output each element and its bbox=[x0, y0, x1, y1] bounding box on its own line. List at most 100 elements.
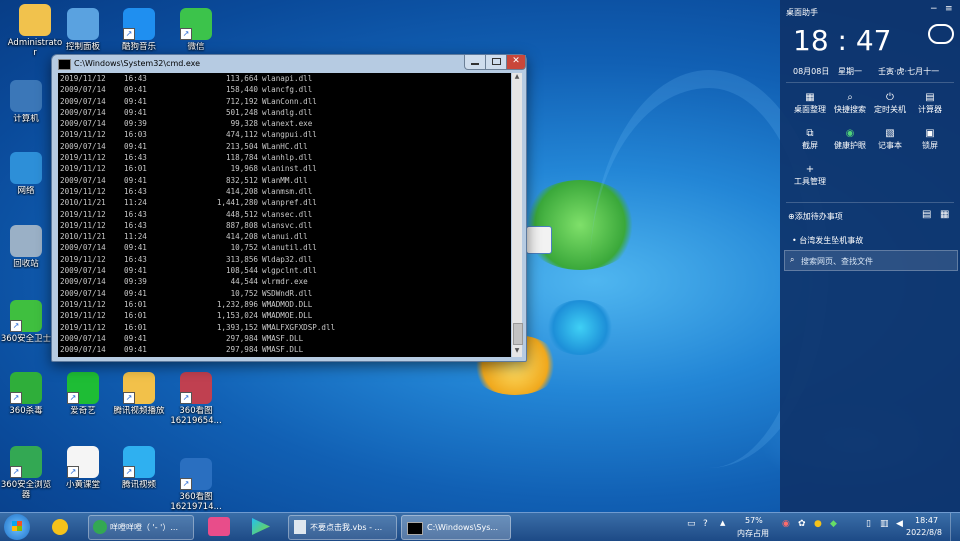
minimize-button[interactable] bbox=[464, 55, 486, 70]
show-desktop-button[interactable] bbox=[950, 513, 960, 541]
add-todo-button[interactable]: ⊕添加待办事项 bbox=[788, 211, 843, 222]
desktop-icon[interactable]: 控制面板 bbox=[51, 8, 115, 52]
tool-8[interactable]: + 工具管理 bbox=[790, 164, 830, 187]
screenshot-file-icon: ↗ bbox=[180, 458, 212, 490]
taskbar-button-cmd[interactable]: C:\Windows\Sys... bbox=[401, 515, 511, 540]
news-item[interactable]: • 台湾发生坠机事故 bbox=[792, 235, 863, 246]
desktop-icon-label: 360安全浏览 器 bbox=[0, 480, 52, 500]
file-time: 09:41 bbox=[124, 266, 147, 276]
file-time: 16:01 bbox=[124, 299, 147, 309]
console-line: 2019/11/12 16:43 887,808 wlansvc.dll bbox=[58, 220, 511, 231]
close-button[interactable]: ✕ bbox=[506, 55, 526, 70]
file-filename: wlanui.dll bbox=[262, 232, 308, 242]
desktop-icon[interactable]: ↗ 360看图 16219714... bbox=[164, 458, 228, 512]
tray-settings-icon[interactable]: ✿ bbox=[798, 519, 806, 529]
tool-5[interactable]: ◉ 健康护眼 bbox=[830, 128, 870, 151]
tray-help-icon[interactable]: ? bbox=[703, 519, 708, 529]
file-size: 113,664 bbox=[225, 74, 258, 83]
tool-3[interactable]: ▤ 计算器 bbox=[910, 92, 950, 115]
tool-label: 快捷搜索 bbox=[834, 105, 866, 114]
memory-percent[interactable]: 57% bbox=[745, 516, 763, 525]
file-date: 2019/11/12 bbox=[60, 164, 106, 174]
desktop-icon[interactable]: ↗ 360杀毒 bbox=[0, 372, 58, 416]
panel-settings-icon[interactable]: ≡ bbox=[945, 4, 953, 14]
console-output[interactable]: 2019/11/12 16:43 113,664 wlanapi.dll 2009/07… bbox=[58, 73, 511, 357]
taskbar-clock-time[interactable]: 18:47 bbox=[915, 516, 938, 525]
file-filename: wlanmsm.dll bbox=[262, 186, 313, 196]
file-filename: wlanhlp.dll bbox=[262, 153, 313, 163]
file-filename: wlaninst.dll bbox=[262, 164, 317, 174]
file-time: 16:03 bbox=[124, 130, 147, 140]
tray-expand-icon[interactable]: ▲ bbox=[720, 519, 725, 527]
desktop-icon[interactable]: ↗ 小黄课堂 bbox=[51, 446, 115, 490]
tool-icon: ⧉ bbox=[806, 128, 814, 139]
tray-record-icon[interactable]: ◉ bbox=[782, 519, 790, 529]
console-line: 2019/11/12 16:01 1,153,024 WMADMOE.DLL bbox=[58, 310, 511, 321]
file-size: 1,441,280 bbox=[216, 198, 258, 208]
desktop-icon[interactable]: ↗ 爱奇艺 bbox=[51, 372, 115, 416]
file-size: 10,752 bbox=[230, 243, 258, 253]
cmd-window[interactable]: C:\Windows\System32\cmd.exe ✕ 2019/11/12… bbox=[51, 54, 527, 362]
file-size: 887,808 bbox=[225, 220, 258, 230]
desktop-icon[interactable]: 回收站 bbox=[0, 225, 58, 269]
tray-network-icon[interactable]: ▥ bbox=[880, 519, 889, 529]
tool-1[interactable]: ⌕ 快捷搜索 bbox=[830, 92, 870, 115]
tool-2[interactable]: ⏻ 定时关机 bbox=[870, 92, 910, 115]
web-search-box[interactable]: ⌕ 搜索网页、查找文件 bbox=[784, 250, 958, 271]
search-icon: ⌕ bbox=[790, 255, 795, 264]
file-size: 474,112 bbox=[225, 130, 258, 140]
desktop-icon[interactable]: ↗ 腾讯视频播放 bbox=[107, 372, 171, 416]
desktop-icon-label: 网络 bbox=[17, 186, 35, 196]
tool-4[interactable]: ⧉ 截屏 bbox=[790, 128, 830, 151]
cmd-titlebar[interactable]: C:\Windows\System32\cmd.exe ✕ bbox=[52, 55, 526, 72]
desktop-icon[interactable]: ↗ 酷狗音乐 bbox=[107, 8, 171, 52]
tray-keyboard-icon[interactable]: ▭ bbox=[687, 519, 696, 529]
tray-360-icon[interactable]: ● bbox=[814, 519, 822, 529]
file-size: 10,752 bbox=[230, 288, 258, 298]
console-line: 2019/11/12 16:43 448,512 wlansec.dll bbox=[58, 209, 511, 220]
taskbar-clock-date[interactable]: 2022/8/8 bbox=[906, 528, 942, 537]
file-filename: wlangpui.dll bbox=[262, 130, 317, 140]
tray-security-icon[interactable]: ◆ bbox=[830, 519, 837, 529]
scroll-thumb[interactable] bbox=[513, 323, 523, 345]
start-button[interactable] bbox=[4, 514, 30, 540]
file-time: 09:41 bbox=[124, 141, 147, 151]
quick-launch-360-icon[interactable] bbox=[52, 519, 68, 535]
tray-volume-icon[interactable]: ◀ bbox=[896, 519, 903, 529]
tool-0[interactable]: ▦ 桌面整理 bbox=[790, 92, 830, 115]
quick-launch-app-icon[interactable] bbox=[208, 517, 230, 536]
scroll-down-arrow[interactable]: ▼ bbox=[512, 347, 522, 357]
scroll-up-arrow[interactable]: ▲ bbox=[512, 73, 522, 83]
desktop-icon[interactable]: ↗ 360看图 16219654... bbox=[164, 372, 228, 426]
taskbar-vbs-label: 不要点击我.vbs - ... bbox=[310, 523, 383, 532]
desktop-icon[interactable]: ↗ 360安全卫士 bbox=[0, 300, 58, 344]
console-line: 2019/11/12 16:43 113,664 wlanapi.dll bbox=[58, 73, 511, 84]
partial-desktop-icon[interactable] bbox=[526, 226, 552, 254]
taskbar-button-browser[interactable]: 咩噔咩噔（ '- '）... bbox=[88, 515, 194, 540]
console-scrollbar[interactable]: ▲ ▼ bbox=[512, 73, 523, 357]
file-size: 414,208 bbox=[225, 186, 258, 196]
desktop-icon[interactable]: 计算机 bbox=[0, 80, 58, 124]
cmd-window-title: C:\Windows\System32\cmd.exe bbox=[74, 59, 201, 68]
tool-label: 锁屏 bbox=[922, 141, 938, 150]
maximize-button[interactable] bbox=[485, 55, 507, 70]
desktop-icon[interactable]: ↗ 腾讯视频 bbox=[107, 446, 171, 490]
desktop-icon[interactable]: 网络 bbox=[0, 152, 58, 196]
tray-phone-icon[interactable]: ▯ bbox=[866, 519, 871, 529]
quick-launch-video-icon[interactable] bbox=[252, 518, 270, 535]
list-view-icon[interactable]: ▤ bbox=[922, 209, 931, 220]
desktop-assistant-panel: 桌面助手 − ≡ 18 : 47 08月08日 星期一 壬寅·虎·七月十一 ▦ 桌… bbox=[780, 0, 960, 512]
tool-7[interactable]: ▣ 锁屏 bbox=[910, 128, 950, 151]
weather-cloud-icon[interactable] bbox=[928, 24, 954, 44]
taskbar-button-vbs[interactable]: 不要点击我.vbs - ... bbox=[288, 515, 397, 540]
memory-label[interactable]: 内存占用 bbox=[737, 528, 769, 539]
desktop-icon-label: 回收站 bbox=[13, 259, 39, 269]
image-file-icon: ↗ bbox=[180, 372, 212, 404]
tool-6[interactable]: ▧ 记事本 bbox=[870, 128, 910, 151]
desktop-icon[interactable]: ↗ 360安全浏览 器 bbox=[0, 446, 58, 500]
console-line: 2009/07/14 09:41 213,504 WLanHC.dll bbox=[58, 141, 511, 152]
desktop-icon[interactable]: ↗ 微信 bbox=[164, 8, 228, 52]
panel-minimize-icon[interactable]: − bbox=[930, 4, 938, 14]
file-date: 2019/11/12 bbox=[60, 311, 106, 321]
edit-icon[interactable]: ▦ bbox=[940, 209, 949, 220]
